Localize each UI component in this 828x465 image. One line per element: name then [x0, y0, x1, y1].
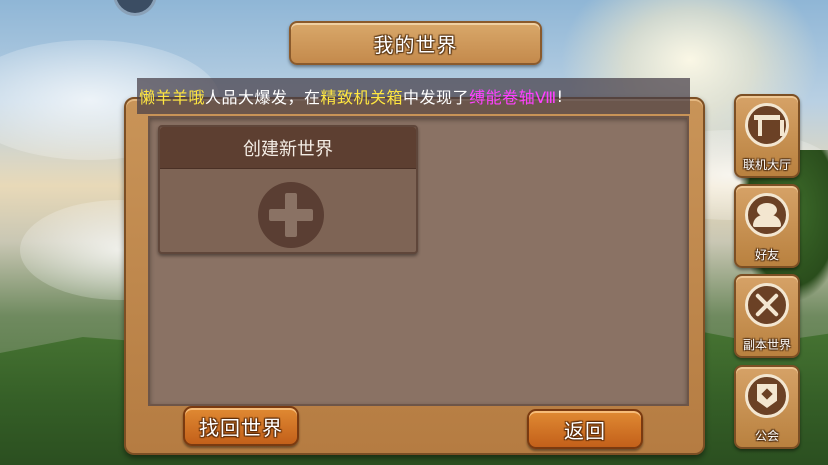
side-nav-lobby[interactable]: 联机大厅 — [734, 94, 800, 178]
back-label: 返回 — [564, 418, 606, 443]
create-world-label: 创建新世界 — [243, 138, 333, 160]
side-nav-label: 联机大厅 — [742, 158, 791, 172]
friends-icon — [745, 193, 789, 237]
create-world-card[interactable]: 创建新世界 — [158, 125, 418, 254]
crossed-swords-icon — [745, 283, 789, 327]
recover-world-label: 找回世界 — [199, 415, 283, 440]
side-nav-label: 副本世界 — [742, 338, 791, 352]
world-list-area: 创建新世界 — [148, 116, 689, 406]
create-world-header: 创建新世界 — [160, 127, 416, 169]
lobby-icon — [745, 103, 789, 147]
side-nav-guild[interactable]: 公会 — [734, 365, 800, 449]
world-list-panel: 创建新世界 — [124, 97, 705, 455]
announcement-player: 懒羊羊哦 — [139, 88, 206, 107]
announcement-text: ! — [556, 86, 564, 106]
announcement-text: 中发现了 — [403, 88, 470, 107]
settings-gear-icon[interactable] — [113, 0, 157, 16]
plus-icon[interactable] — [258, 182, 324, 248]
announcement-banner: 懒羊羊哦 人品大爆发，在 精致机关箱 中发现了 缚能卷轴Ⅷ! — [137, 78, 690, 114]
recover-world-button[interactable]: 找回世界 — [183, 406, 299, 446]
announcement-item: 缚能卷轴Ⅷ — [469, 88, 557, 107]
side-nav-label: 公会 — [754, 429, 779, 443]
guild-banner-icon — [745, 374, 789, 418]
side-nav-friends[interactable]: 好友 — [734, 184, 800, 268]
back-button[interactable]: 返回 — [527, 409, 643, 449]
announcement-text: 人品大爆发，在 — [205, 88, 321, 107]
side-nav-dungeon[interactable]: 副本世界 — [734, 274, 800, 358]
page-title-plate: 我的世界 — [289, 21, 542, 65]
announcement-source: 精致机关箱 — [320, 88, 404, 107]
side-nav-label: 好友 — [754, 248, 779, 262]
page-title: 我的世界 — [373, 32, 458, 57]
